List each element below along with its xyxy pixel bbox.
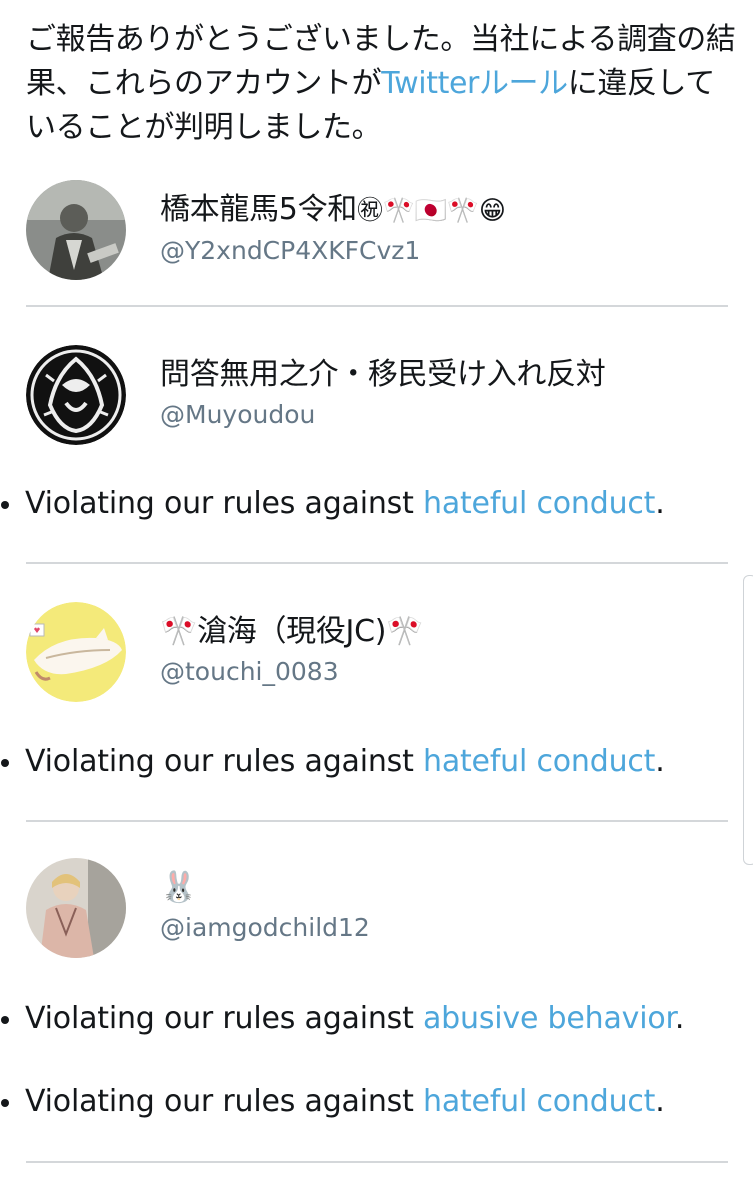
bullet-icon — [1, 500, 9, 509]
avatar[interactable] — [26, 858, 126, 958]
violation-item: Violating our rules against hateful cond… — [0, 484, 665, 524]
account-handle[interactable]: @Y2xndCP4XKFCvz1 — [160, 233, 506, 269]
account-names: 🐰 @iamgodchild12 — [160, 868, 370, 946]
avatar[interactable] — [26, 180, 126, 280]
avatar[interactable] — [26, 345, 126, 445]
display-name[interactable]: 🐰 — [160, 868, 370, 908]
account-names: 問答無用之介・移民受け入れ反対 @Muyoudou — [160, 355, 606, 433]
display-name[interactable]: 問答無用之介・移民受け入れ反対 — [160, 355, 606, 395]
divider — [26, 820, 728, 822]
bullet-icon — [1, 1098, 9, 1107]
report-result-message: ご報告ありがとうございました。当社による調査の結果、これらのアカウントがTwit… — [26, 18, 741, 150]
account-handle[interactable]: @iamgodchild12 — [160, 910, 370, 946]
display-name[interactable]: 橋本龍馬5令和㊗🎌🇯🇵🎌😁 — [160, 190, 506, 231]
divider — [26, 562, 728, 564]
flag-emoji-icon: ㊗🎌🇯🇵🎌😁 — [357, 196, 506, 226]
violation-item: Violating our rules against hateful cond… — [0, 1082, 665, 1122]
scrollbar[interactable] — [743, 575, 753, 865]
account-names: 🎌滄海（現役JC)🎌 @touchi_0083 — [160, 612, 424, 690]
hateful-conduct-link[interactable]: hateful conduct — [423, 1084, 655, 1119]
avatar[interactable] — [26, 602, 126, 702]
hateful-conduct-link[interactable]: hateful conduct — [423, 486, 655, 521]
violation-item: Violating our rules against hateful cond… — [0, 742, 665, 782]
violation-item: Violating our rules against abusive beha… — [0, 999, 684, 1039]
abusive-behavior-link[interactable]: abusive behavior — [423, 1001, 675, 1036]
divider — [26, 1161, 728, 1163]
bullet-icon — [1, 758, 9, 767]
account-handle[interactable]: @Muyoudou — [160, 397, 606, 433]
display-name[interactable]: 🎌滄海（現役JC)🎌 — [160, 612, 424, 652]
hateful-conduct-link[interactable]: hateful conduct — [423, 744, 655, 779]
bullet-icon — [1, 1015, 9, 1024]
account-names: 橋本龍馬5令和㊗🎌🇯🇵🎌😁 @Y2xndCP4XKFCvz1 — [160, 190, 506, 269]
divider — [26, 305, 728, 307]
twitter-rules-link[interactable]: Twitterルール — [381, 66, 568, 101]
account-handle[interactable]: @touchi_0083 — [160, 654, 423, 690]
